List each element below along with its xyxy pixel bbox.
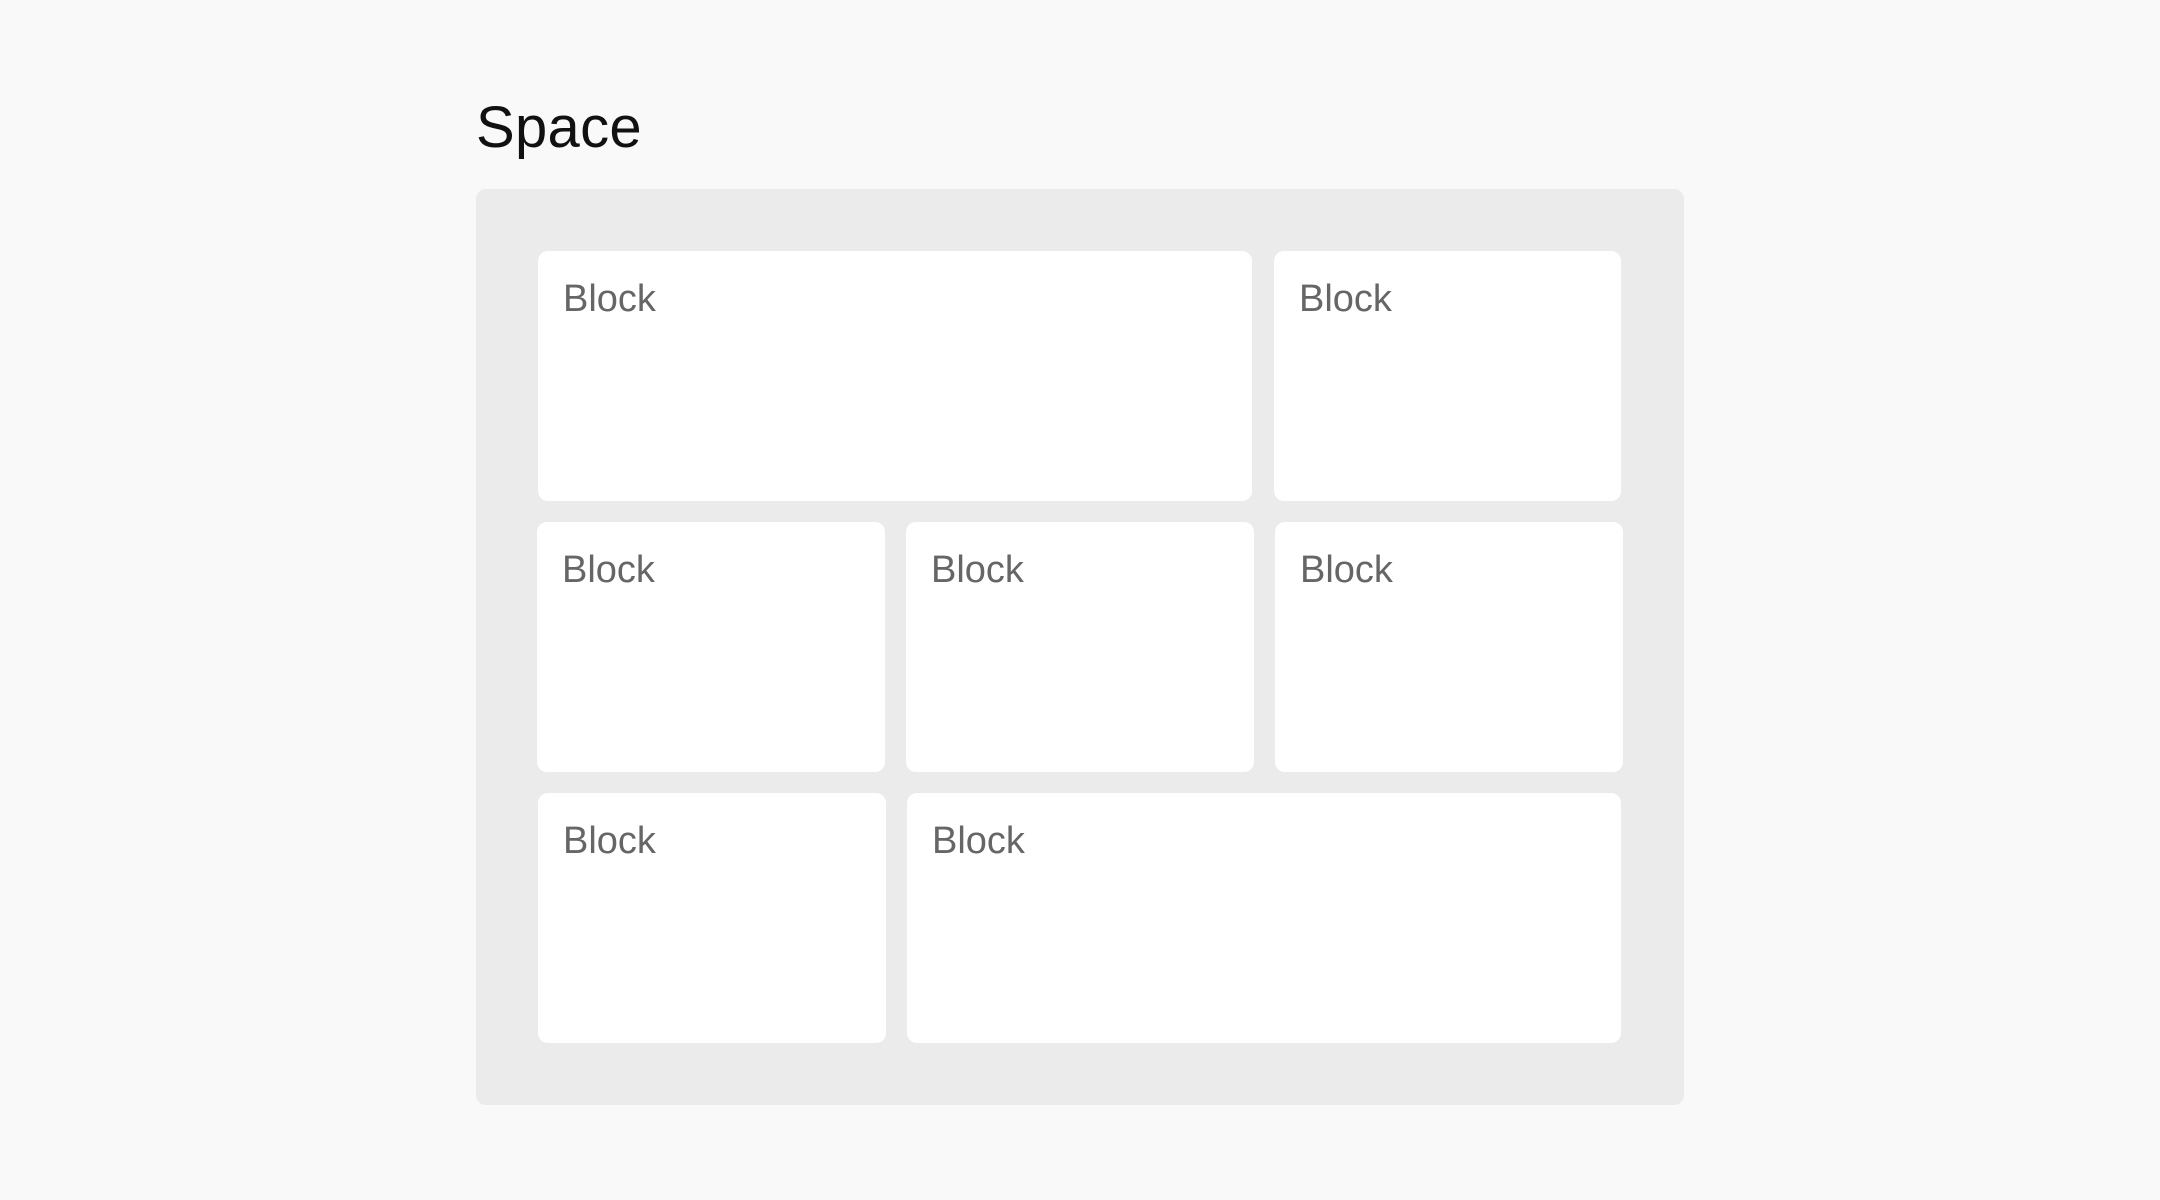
block-wide-top[interactable]: Block <box>538 251 1252 501</box>
block-label: Block <box>932 820 1025 862</box>
block-label: Block <box>563 278 656 320</box>
block-label: Block <box>931 549 1024 591</box>
block-wide-bottom[interactable]: Block <box>907 793 1621 1043</box>
block-middle-center[interactable]: Block <box>906 522 1254 772</box>
space-panel: Block Block Block Block Block Block Bloc… <box>476 189 1684 1105</box>
page-title: Space <box>476 95 642 160</box>
block-top-right[interactable]: Block <box>1274 251 1621 501</box>
block-middle-right[interactable]: Block <box>1275 522 1623 772</box>
block-bottom-left[interactable]: Block <box>538 793 886 1043</box>
block-label: Block <box>562 549 655 591</box>
block-label: Block <box>563 820 656 862</box>
block-label: Block <box>1300 549 1393 591</box>
block-middle-left[interactable]: Block <box>537 522 885 772</box>
block-label: Block <box>1299 278 1392 320</box>
